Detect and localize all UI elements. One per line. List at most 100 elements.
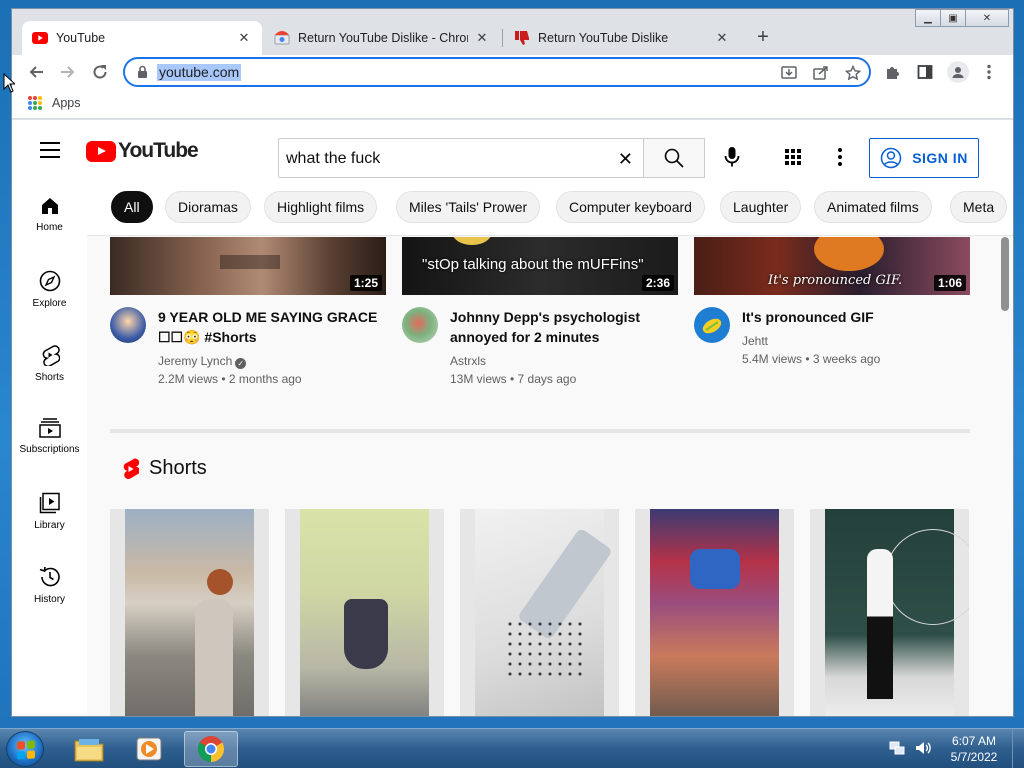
short-thumbnail[interactable] [285, 509, 444, 716]
youtube-logo[interactable]: YouTube [86, 139, 199, 163]
taskbar-chrome[interactable] [184, 731, 238, 767]
mouse-cursor-icon [3, 73, 15, 93]
search-query[interactable]: what the fuck [286, 150, 380, 168]
back-arrow-icon [29, 66, 43, 78]
section-divider [110, 429, 970, 433]
apps-shortcut[interactable]: Apps [28, 96, 81, 110]
channel-avatar[interactable] [110, 307, 146, 343]
short-thumbnail[interactable] [635, 509, 794, 716]
video-title[interactable]: 9 YEAR OLD ME SAYING GRACE ☐☐😳 #Shorts [158, 307, 388, 347]
sidebar-item-explore[interactable]: Explore [12, 254, 87, 324]
sidebar-item-history[interactable]: History [12, 550, 87, 620]
share-icon[interactable] [812, 64, 830, 82]
sign-in-label: SIGN IN [912, 150, 968, 166]
bookmark-star-icon[interactable] [844, 64, 862, 82]
thumbnail-shape [452, 237, 492, 245]
address-bar[interactable]: youtube.com [123, 57, 871, 87]
chip-highlight-films[interactable]: Highlight films [264, 191, 378, 223]
back-button[interactable] [23, 59, 49, 85]
channel-avatar[interactable] [402, 307, 438, 343]
clear-search-icon[interactable]: ✕ [618, 149, 633, 170]
chrome-menu-icon[interactable] [979, 62, 999, 82]
channel-avatar[interactable] [694, 307, 730, 343]
youtube-header: YouTube what the fuck ✕ SIGN IN [12, 120, 1013, 180]
drawing-dots-shape [505, 619, 585, 679]
sidebar-item-library[interactable]: Library [12, 476, 87, 546]
channel-name[interactable]: Jeremy Lynch [158, 354, 232, 368]
tab-youtube[interactable]: YouTube ✕ [22, 21, 262, 55]
channel-name[interactable]: Jehtt [742, 332, 768, 350]
search-button[interactable] [643, 138, 705, 178]
network-icon[interactable] [888, 739, 906, 757]
chip-computer-keyboard[interactable]: Computer keyboard [556, 191, 705, 223]
window-close-button[interactable]: ✕ [965, 9, 1009, 27]
mini-guide-sidebar: Home Explore Shorts Subscriptions Librar… [12, 180, 87, 716]
tab-strip: YouTube ✕ Return YouTube Dislike - Chrom… [12, 9, 1013, 55]
sidebar-item-label: Explore [32, 298, 67, 309]
lock-icon[interactable] [137, 65, 148, 84]
extensions-puzzle-icon[interactable] [883, 62, 903, 82]
reload-button[interactable] [87, 59, 113, 85]
chip-miles-tails-prower[interactable]: Miles 'Tails' Prower [396, 191, 541, 223]
close-icon[interactable]: ✕ [714, 30, 730, 46]
video-title[interactable]: It's pronounced GIF [742, 307, 972, 327]
taskbar-clock[interactable]: 6:07 AM 5/7/2022 [946, 733, 1002, 765]
chrome-window: YouTube ✕ Return YouTube Dislike - Chrom… [11, 8, 1014, 717]
video-title[interactable]: Johnny Depp's psychologist annoyed for 2… [450, 307, 680, 347]
video-meta: 5.4M views • 3 weeks ago [742, 352, 881, 366]
chalk-circle-shape [885, 529, 969, 625]
sidebar-item-shorts[interactable]: Shorts [12, 328, 87, 398]
video-thumbnail[interactable]: "stOp talking about the mUFFins" 2:36 [402, 237, 678, 295]
chip-meta[interactable]: Meta [950, 191, 1008, 223]
channel-name-row[interactable]: Jeremy Lynch ✓ [158, 352, 247, 370]
short-thumbnail[interactable] [810, 509, 969, 716]
media-player-icon [136, 737, 162, 761]
youtube-apps-icon[interactable] [785, 149, 801, 165]
scrollbar-thumb[interactable] [1001, 237, 1009, 311]
close-icon[interactable]: ✕ [236, 30, 252, 46]
browser-toolbar: youtube.com [12, 55, 1013, 89]
maximize-button[interactable]: ▣ [940, 9, 966, 27]
hamburger-menu-icon[interactable] [40, 142, 60, 163]
tab-return-youtube-dislike-chrome[interactable]: Return YouTube Dislike - Chrome ✕ [264, 21, 500, 55]
thumbnail-character-shape [814, 237, 884, 271]
search-icon [664, 148, 684, 168]
video-thumbnail[interactable]: It's pronounced GIF. 1:06 [694, 237, 970, 295]
tab-return-youtube-dislike[interactable]: Return YouTube Dislike ✕ [504, 21, 740, 55]
chip-laughter[interactable]: Laughter [720, 191, 802, 223]
forward-button[interactable] [55, 59, 81, 85]
channel-name[interactable]: Astrxls [450, 352, 486, 370]
short-image [475, 509, 613, 716]
thumbnail-caption-shape [220, 255, 280, 269]
url-text[interactable]: youtube.com [157, 64, 242, 81]
new-tab-button[interactable]: + [752, 27, 774, 49]
side-panel-icon[interactable] [915, 62, 935, 82]
start-button[interactable] [6, 731, 44, 767]
settings-kebab-icon[interactable] [838, 148, 842, 169]
sidebar-item-home[interactable]: Home [12, 180, 87, 250]
sidebar-item-subscriptions[interactable]: Subscriptions [12, 402, 87, 472]
taskbar-explorer[interactable] [62, 731, 116, 767]
chip-dioramas[interactable]: Dioramas [165, 191, 251, 223]
search-input[interactable]: what the fuck ✕ [278, 138, 644, 178]
profile-avatar-icon[interactable] [947, 61, 969, 83]
search-results: 1:25 9 YEAR OLD ME SAYING GRACE ☐☐😳 #Sho… [87, 237, 997, 716]
clock-time: 6:07 AM [951, 734, 997, 748]
install-app-icon[interactable] [780, 64, 798, 82]
shorts-shelf-header: Shorts [121, 457, 207, 480]
page-scrollbar[interactable] [997, 237, 1013, 716]
microphone-icon[interactable] [724, 146, 740, 173]
video-thumbnail[interactable]: 1:25 [110, 237, 386, 295]
shorts-title: Shorts [149, 457, 207, 479]
short-thumbnail[interactable] [460, 509, 619, 716]
close-icon[interactable]: ✕ [474, 30, 490, 46]
sign-in-button[interactable]: SIGN IN [869, 138, 979, 178]
show-desktop-button[interactable] [1012, 729, 1024, 768]
taskbar-media-player[interactable] [122, 731, 176, 767]
volume-icon[interactable] [914, 739, 932, 757]
chip-all[interactable]: All [111, 191, 153, 223]
short-thumbnail[interactable] [110, 509, 269, 716]
folder-icon [74, 739, 104, 762]
minimize-button[interactable]: ▁ [915, 9, 941, 27]
chip-animated-films[interactable]: Animated films [814, 191, 932, 223]
